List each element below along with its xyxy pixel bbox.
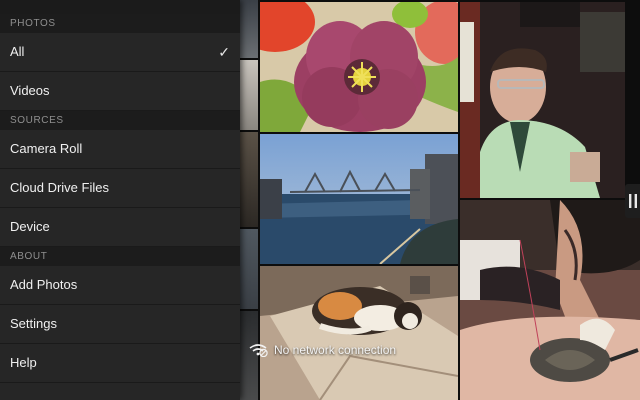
no-network-toast: No network connection [248, 340, 396, 360]
tulip-image [260, 2, 458, 132]
menu-item-videos[interactable]: Videos [0, 72, 240, 111]
bridge-image [260, 134, 458, 264]
menu-item-label: Device [10, 219, 50, 234]
man-image [460, 2, 625, 198]
menu-item-label: Help [10, 355, 37, 370]
status-bar [0, 0, 240, 14]
menu-item-label: Videos [10, 83, 50, 98]
cat-image [260, 266, 458, 400]
toast-message: No network connection [274, 343, 397, 357]
menu-item-help[interactable]: Help [0, 344, 240, 383]
menu-item-all[interactable]: All ✓ [0, 33, 240, 72]
photo-man[interactable] [460, 2, 625, 198]
menu-item-label: Settings [10, 316, 57, 331]
photo-bridge[interactable] [260, 134, 458, 264]
check-icon: ✓ [218, 44, 230, 60]
no-network-icon [249, 344, 268, 357]
menu-item-add-photos[interactable]: Add Photos [0, 266, 240, 305]
pause-icon [628, 194, 637, 208]
photo-tattoo[interactable] [460, 200, 640, 400]
menu-item-settings[interactable]: Settings [0, 305, 240, 344]
tattoo-image [460, 200, 640, 400]
menu-item-cloud-drive-files[interactable]: Cloud Drive Files [0, 169, 240, 208]
menu-item-label: Cloud Drive Files [10, 180, 109, 195]
photo-tulip[interactable] [260, 2, 458, 132]
section-header-sources: SOURCES [0, 111, 240, 130]
menu-item-label: Add Photos [10, 277, 78, 292]
navigation-drawer: PHOTOS All ✓ Videos SOURCES Camera Roll … [0, 0, 240, 400]
section-header-about: ABOUT [0, 247, 240, 266]
menu-item-camera-roll[interactable]: Camera Roll [0, 130, 240, 169]
menu-item-label: All [10, 44, 25, 59]
photo-cat[interactable] [260, 266, 458, 400]
slideshow-handle[interactable] [625, 184, 640, 218]
section-header-photos: PHOTOS [0, 14, 240, 33]
menu-item-label: Camera Roll [10, 141, 83, 156]
menu-item-device[interactable]: Device [0, 208, 240, 247]
